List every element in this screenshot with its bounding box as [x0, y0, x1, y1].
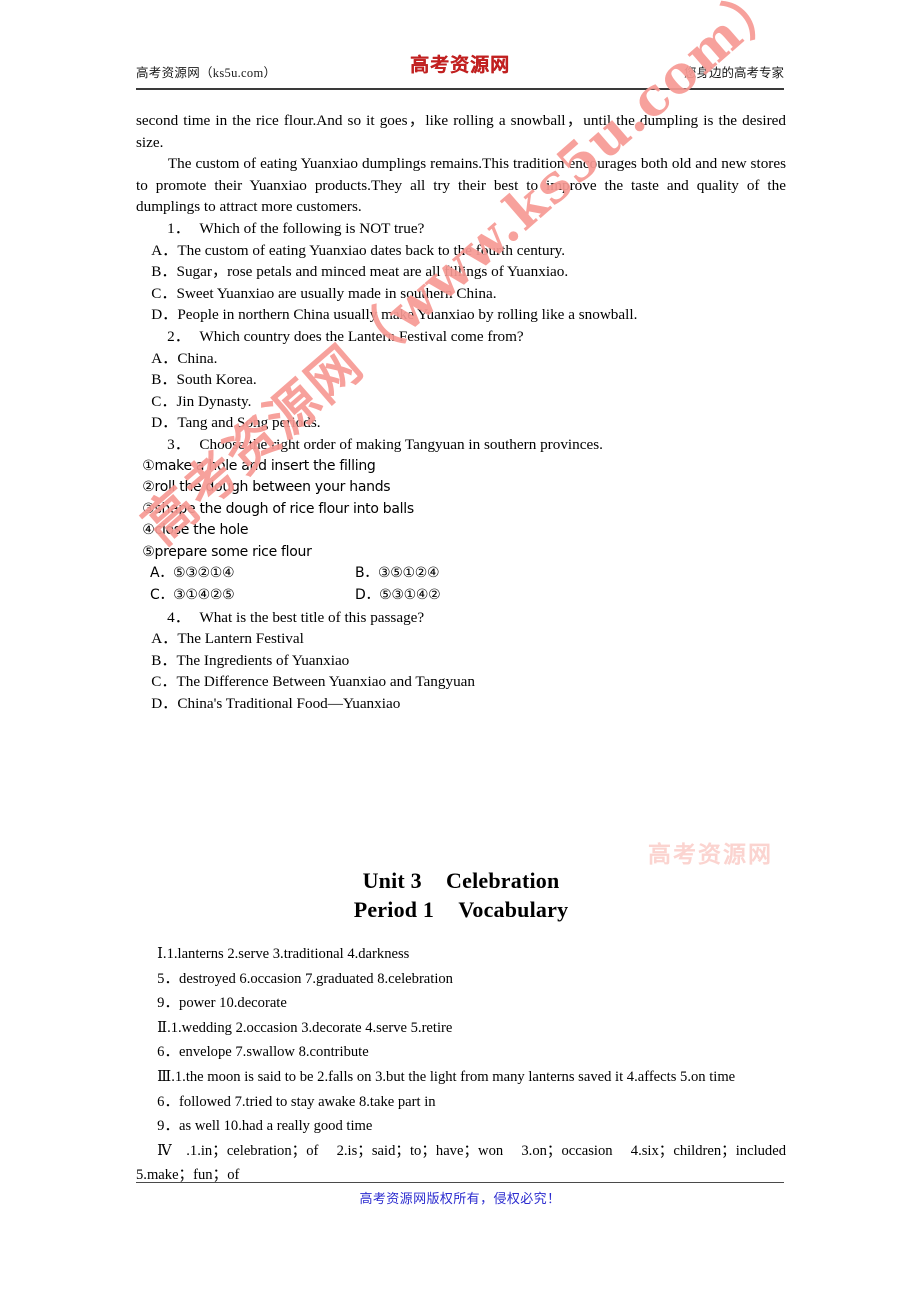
question-3-step-1: ①make a hole and insert the filling	[142, 457, 376, 474]
question-1-option-b[interactable]: B．Sugar，rose petals and minced meat are …	[136, 261, 786, 283]
footer-divider	[136, 1182, 784, 1183]
passage-content: second time in the rice flour.And so it …	[136, 110, 786, 715]
question-3-step-4: ④close the hole	[142, 522, 249, 539]
question-3-step-5: ⑤prepare some rice flour	[142, 543, 312, 560]
answer-section-3-line-3: 9．as well 10.had a really good time	[157, 1118, 373, 1135]
answer-section-1-line-1: Ⅰ.1.lanterns 2.serve 3.traditional 4.dar…	[157, 946, 410, 962]
question-4-number: 4．	[167, 608, 190, 626]
unit-heading: Unit 3 Celebration Period 1 Vocabulary	[136, 866, 786, 924]
question-4-option-c[interactable]: C．The Difference Between Yuanxiao and Ta…	[136, 671, 786, 693]
document-page: 高考资源网（ks5u.com） 高考资源网 您身边的高考专家 second ti…	[0, 0, 920, 1302]
question-3-option-c[interactable]: C．③①④②⑤	[150, 585, 355, 607]
question-2-stem: 2． Which country does the Lantern Festiva…	[136, 326, 786, 348]
unit-heading-line-1: Unit 3 Celebration	[136, 866, 786, 895]
faint-watermark: 高考资源网	[648, 841, 773, 868]
answer-section-1-line-2: 5．destroyed 6.occasion 7.graduated 8.cel…	[157, 970, 453, 987]
question-2-option-a[interactable]: A．China.	[136, 348, 786, 370]
header-tagline: 您身边的高考专家	[683, 66, 784, 80]
period-label: Period 1	[353, 897, 435, 922]
question-4-text: What is the best title of this passage?	[199, 608, 425, 626]
question-4-option-d[interactable]: D．China's Traditional Food—Yuanxiao	[136, 693, 786, 715]
passage-paragraph-2: The custom of eating Yuanxiao dumplings …	[136, 155, 786, 216]
question-1-option-a[interactable]: A．The custom of eating Yuanxiao dates ba…	[136, 240, 786, 262]
question-3-option-b[interactable]: B．③⑤①②④	[355, 565, 440, 581]
question-4-option-b[interactable]: B．The Ingredients of Yuanxiao	[136, 650, 786, 672]
question-4-option-a[interactable]: A．The Lantern Festival	[136, 628, 786, 650]
answer-section-4-line-1: Ⅳ.1.in；celebration；of 2.is；said；to；have；…	[136, 1142, 786, 1184]
question-2-option-c[interactable]: C．Jin Dynasty.	[136, 391, 786, 413]
footer-copyright: 高考资源网版权所有，侵权必究！	[359, 1191, 561, 1206]
question-1-option-c[interactable]: C．Sweet Yuanxiao are usually made in sou…	[136, 283, 786, 305]
answer-key: Ⅰ.1.lanterns 2.serve 3.traditional 4.dar…	[136, 942, 786, 1188]
unit-title: Celebration	[446, 868, 560, 893]
header-divider	[136, 88, 784, 90]
passage-continuation: second time in the rice flour.And so it …	[136, 112, 786, 151]
question-3-text: Choose the right order of making Tangyua…	[199, 435, 603, 453]
question-1-text: Which of the following is NOT true?	[199, 219, 425, 237]
answer-section-2-line-1: Ⅱ.1.wedding 2.occasion 3.decorate 4.serv…	[157, 1019, 453, 1036]
header-site-name: 高考资源网（ks5u.com）	[136, 66, 277, 80]
question-3-option-row-1: A．⑤③②①④ B．③⑤①②④	[136, 563, 786, 585]
answer-section-3-line-2: 6．followed 7.tried to stay awake 8.take …	[157, 1093, 436, 1110]
question-3-option-d[interactable]: D．⑤③①④②	[355, 587, 441, 603]
question-1-number: 1．	[167, 219, 190, 237]
question-4-stem: 4． What is the best title of this passage…	[136, 607, 786, 629]
question-1-option-d[interactable]: D．People in northern China usually make …	[136, 304, 786, 326]
question-2-option-d[interactable]: D．Tang and Song periods.	[136, 412, 786, 434]
period-title: Vocabulary	[458, 897, 569, 922]
question-3-step-2: ②roll the dough between your hands	[142, 479, 391, 496]
question-1-stem: 1． Which of the following is NOT true?	[136, 218, 786, 240]
question-3-number: 3．	[167, 435, 190, 453]
answer-section-1-line-3: 9．power 10.decorate	[157, 995, 287, 1012]
question-3-stem: 3． Choose the right order of making Tangy…	[136, 434, 786, 456]
question-2-option-b[interactable]: B．South Korea.	[136, 369, 786, 391]
header-logo: 高考资源网	[409, 54, 511, 76]
question-2-text: Which country does the Lantern Festival …	[199, 327, 524, 345]
question-2-number: 2．	[167, 327, 190, 345]
unit-label: Unit 3	[362, 868, 422, 893]
answer-section-2-line-2: 6．envelope 7.swallow 8.contribute	[157, 1044, 369, 1061]
question-3-option-row-2: C．③①④②⑤ D．⑤③①④②	[136, 585, 786, 607]
unit-heading-line-2: Period 1 Vocabulary	[136, 895, 786, 924]
answer-section-3-line-1: Ⅲ.1.the moon is said to be 2.falls on 3.…	[157, 1068, 736, 1085]
question-3-option-a[interactable]: A．⑤③②①④	[150, 563, 355, 585]
question-3-step-3: ③shape the dough of rice flour into ball…	[142, 500, 414, 517]
